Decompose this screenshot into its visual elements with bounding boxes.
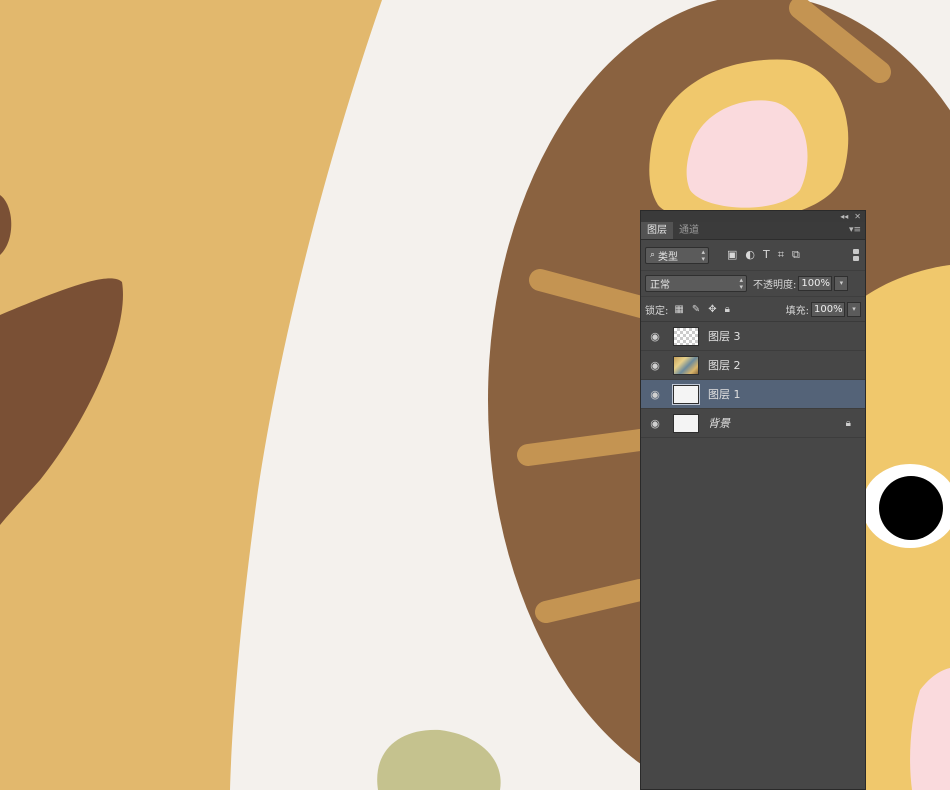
- filter-kind-select[interactable]: ⌕ 类型 ▴ ▾: [645, 246, 709, 264]
- smart-object-filter-icon[interactable]: ⧉: [792, 248, 800, 262]
- filter-icons: ▣ ◐ T ⌗ ⧉: [727, 248, 800, 262]
- layer-thumbnail: [673, 326, 699, 346]
- blend-mode-select[interactable]: 正常 ▴ ▾: [645, 275, 747, 292]
- chevron-updown-icon: ▴ ▾: [701, 247, 705, 263]
- lock-all-icon[interactable]: 🔒︎: [725, 304, 730, 315]
- layer-row-background[interactable]: ◉ 背景 🔒︎: [641, 409, 865, 438]
- panel-titlebar: ◂◂ ✕: [641, 211, 865, 222]
- eye-icon[interactable]: ◉: [641, 417, 669, 430]
- layer-name: 图层 1: [708, 388, 741, 401]
- lock-row: 锁定: ▦ ✎ ✥ 🔒︎ 填充: 100% ▾: [641, 296, 865, 322]
- layer-row-selected[interactable]: ◉ 图层 1: [641, 380, 865, 409]
- tab-layers[interactable]: 图层: [641, 222, 673, 239]
- fill-label: 填充:: [785, 305, 809, 317]
- lock-icons: ▦ ✎ ✥ 🔒︎: [674, 304, 730, 315]
- layer-name: 图层 3: [708, 330, 741, 343]
- layer-thumbnail: [673, 355, 699, 375]
- close-icon[interactable]: ✕: [854, 212, 861, 221]
- lock-icon: 🔒︎: [845, 417, 851, 429]
- search-icon: ⌕: [650, 250, 656, 260]
- layer-name: 背景: [708, 417, 730, 430]
- opacity-input[interactable]: 100%: [798, 276, 833, 291]
- filter-toggle[interactable]: [851, 248, 861, 262]
- filter-kind-value: 类型: [658, 251, 679, 263]
- layer-row[interactable]: ◉ 图层 3: [641, 322, 865, 351]
- layer-row[interactable]: ◉ 图层 2: [641, 351, 865, 380]
- eye-icon[interactable]: ◉: [641, 330, 669, 343]
- fill-dropdown-button[interactable]: ▾: [847, 301, 861, 317]
- tab-channels[interactable]: 通道: [673, 222, 705, 239]
- filter-row: ⌕ 类型 ▴ ▾ ▣ ◐ T ⌗ ⧉: [641, 240, 865, 270]
- opacity-dropdown-button[interactable]: ▾: [834, 276, 849, 291]
- lock-paint-icon[interactable]: ✎: [692, 304, 700, 315]
- lock-position-icon[interactable]: ✥: [708, 304, 716, 315]
- adjustment-filter-icon[interactable]: ◐: [745, 248, 755, 262]
- eye-icon[interactable]: ◉: [641, 388, 669, 401]
- lock-transparent-icon[interactable]: ▦: [674, 304, 683, 315]
- chevron-updown-icon: ▴ ▾: [739, 276, 743, 291]
- panel-menu-icon[interactable]: ▾≡: [849, 225, 861, 235]
- layers-list: ◉ 图层 3 ◉ 图层 2 ◉ 图层 1 ◉ 背景 🔒︎: [641, 322, 865, 742]
- blend-mode-value: 正常: [650, 280, 670, 291]
- layer-thumbnail: [672, 383, 700, 405]
- fill-input[interactable]: 100%: [811, 301, 845, 317]
- lock-label: 锁定:: [645, 305, 669, 317]
- opacity-label: 不透明度:: [753, 280, 797, 291]
- text-filter-icon[interactable]: T: [763, 248, 770, 262]
- image-filter-icon[interactable]: ▣: [727, 248, 737, 262]
- layer-thumbnail: [673, 413, 699, 433]
- layers-panel: ◂◂ ✕ 图层 通道 ▾≡ ⌕ 类型 ▴ ▾ ▣ ◐ T ⌗ ⧉ 正常 ▴ ▾ 不透…: [640, 210, 866, 790]
- panel-tabs: 图层 通道 ▾≡: [641, 222, 865, 240]
- eye-icon[interactable]: ◉: [641, 359, 669, 372]
- layer-name: 图层 2: [708, 359, 741, 372]
- blend-row: 正常 ▴ ▾ 不透明度: 100% ▾: [641, 270, 865, 296]
- collapse-icon[interactable]: ◂◂: [840, 212, 848, 221]
- shape-filter-icon[interactable]: ⌗: [778, 248, 784, 262]
